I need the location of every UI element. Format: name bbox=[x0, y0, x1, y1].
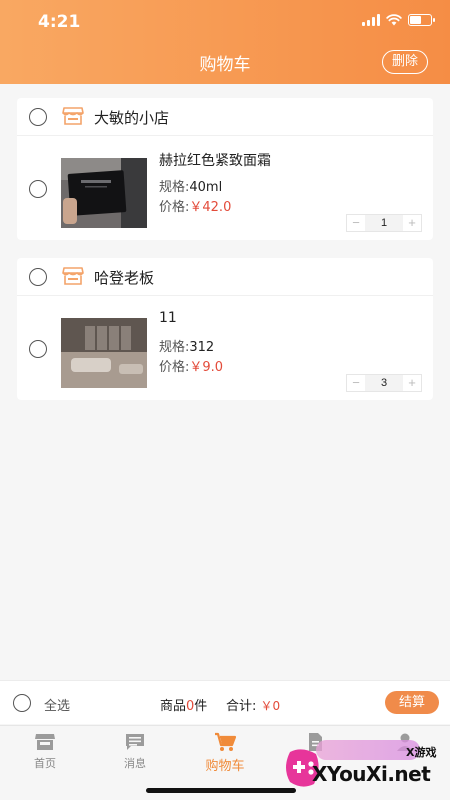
delete-button[interactable]: 删除 bbox=[381, 50, 428, 74]
store-icon bbox=[62, 267, 84, 285]
quantity-stepper: − 1 + bbox=[346, 214, 422, 232]
spec-value: 40ml bbox=[189, 180, 223, 195]
status-time: 4:21 bbox=[38, 12, 81, 32]
goods-prefix: 商品 bbox=[160, 699, 187, 714]
goods-suffix: 件 bbox=[194, 699, 208, 714]
shop-name[interactable]: 大敏的小店 bbox=[94, 107, 169, 128]
tab-messages[interactable]: 消息 bbox=[100, 732, 170, 771]
tab-cart[interactable]: 购物车 bbox=[190, 732, 260, 774]
shop-name[interactable]: 哈登老板 bbox=[94, 267, 154, 288]
status-icons bbox=[362, 14, 435, 26]
quantity-stepper: − 3 + bbox=[346, 374, 422, 392]
shop-select-radio[interactable] bbox=[29, 268, 47, 286]
message-icon bbox=[126, 734, 144, 750]
product-price: 价格:￥9.0 bbox=[159, 356, 223, 375]
spec-value: 312 bbox=[189, 340, 215, 355]
product-name[interactable]: 11 bbox=[159, 310, 177, 326]
checkout-bar: 全选 商品0件 合计: ￥0 结算 bbox=[0, 680, 450, 724]
total-label: 合计: bbox=[226, 699, 257, 714]
cart-item: 11 规格:312 价格:￥9.0 − 3 + bbox=[17, 296, 433, 400]
price-label: 价格: bbox=[159, 360, 190, 375]
quantity-value[interactable]: 1 bbox=[365, 215, 403, 231]
increment-button[interactable]: + bbox=[403, 375, 421, 391]
product-spec: 规格:40ml bbox=[159, 176, 222, 195]
product-image[interactable] bbox=[61, 318, 147, 388]
item-select-radio[interactable] bbox=[29, 180, 47, 198]
select-all-radio[interactable] bbox=[13, 694, 31, 712]
shop-header: 大敏的小店 bbox=[17, 98, 433, 136]
status-bar: 4:21 bbox=[0, 0, 450, 44]
battery-icon bbox=[408, 14, 435, 26]
tab-label: 首页 bbox=[34, 757, 56, 770]
watermark-blob bbox=[316, 740, 420, 760]
increment-button[interactable]: + bbox=[403, 215, 421, 231]
spec-label: 规格: bbox=[159, 180, 190, 195]
wifi-icon bbox=[386, 14, 402, 26]
tab-label: 消息 bbox=[124, 757, 146, 770]
tab-label: 购物车 bbox=[205, 759, 245, 774]
store-icon bbox=[62, 107, 84, 125]
item-select-radio[interactable] bbox=[29, 340, 47, 358]
decrement-button[interactable]: − bbox=[347, 215, 365, 231]
product-name[interactable]: 赫拉红色紧致面霜 bbox=[159, 150, 271, 170]
signal-icon bbox=[362, 14, 380, 26]
home-indicator bbox=[146, 788, 296, 793]
price-label: 价格: bbox=[159, 200, 190, 215]
goods-count: 商品0件 bbox=[160, 695, 207, 714]
price-value: ￥42.0 bbox=[189, 200, 232, 215]
spec-label: 规格: bbox=[159, 340, 190, 355]
price-value: ￥9.0 bbox=[189, 360, 224, 375]
shop-icon bbox=[35, 734, 55, 750]
product-image[interactable] bbox=[61, 158, 147, 228]
shop-card: 大敏的小店 赫拉红色紧致面霜 规格:40ml 价格:￥42.0 − 1 + bbox=[17, 98, 433, 240]
decrement-button[interactable]: − bbox=[347, 375, 365, 391]
tab-home[interactable]: 首页 bbox=[10, 732, 80, 771]
watermark: X游戏 XYouXi.net bbox=[282, 732, 444, 792]
watermark-text: XYouXi.net bbox=[312, 762, 431, 786]
app-header: 4:21 购物车 删除 bbox=[0, 0, 450, 84]
watermark-small-text: X游戏 bbox=[406, 746, 437, 759]
select-all-label[interactable]: 全选 bbox=[44, 695, 70, 714]
shop-card: 哈登老板 11 规格:312 价格:￥9.0 − 3 + bbox=[17, 258, 433, 400]
cart-item: 赫拉红色紧致面霜 规格:40ml 价格:￥42.0 − 1 + bbox=[17, 136, 433, 240]
checkout-button[interactable]: 结算 bbox=[385, 691, 439, 714]
quantity-value[interactable]: 3 bbox=[365, 375, 403, 391]
total-value: ￥0 bbox=[260, 699, 281, 713]
product-spec: 规格:312 bbox=[159, 336, 214, 355]
cart-icon bbox=[215, 732, 236, 751]
shop-select-radio[interactable] bbox=[29, 108, 47, 126]
total-amount: 合计: ￥0 bbox=[226, 695, 280, 714]
shop-header: 哈登老板 bbox=[17, 258, 433, 296]
product-price: 价格:￥42.0 bbox=[159, 196, 231, 215]
